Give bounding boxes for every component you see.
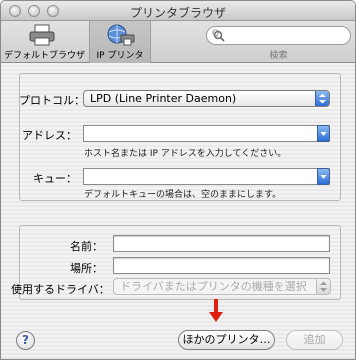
help-button[interactable]: ? [16,331,35,350]
driver-value: ドライバまたはプリンタの機種を選択 [120,280,307,293]
window-title: プリンタブラウザ [129,6,226,20]
name-field[interactable] [113,235,330,252]
protocol-popup[interactable]: LPD (Line Printer Daemon) [83,90,330,107]
dropdown-arrow-icon[interactable] [317,125,330,142]
driver-popup[interactable]: ドライバまたはプリンタの機種を選択 [113,278,331,295]
red-down-arrow-icon [209,299,223,322]
ip-printer-label: IP プリンタ [96,51,144,61]
driver-label: 使用するドライバ： [11,283,110,296]
protocol-value: LPD (Line Printer Daemon) [90,92,237,105]
popup-arrows-icon [315,91,329,106]
protocol-label: プロトコル： [19,94,85,107]
location-label: 場所： [70,262,103,275]
location-field[interactable] [113,257,330,274]
title-bar: プリンタブラウザ [1,1,355,21]
search-label: 検索 [269,51,288,61]
name-label: 名前： [70,240,103,253]
printer-icon [29,24,55,46]
dropdown-arrow-icon[interactable] [317,168,330,185]
queue-label: キュー： [33,172,77,185]
address-label: アドレス： [22,129,77,142]
ip-printer-toolbar-button[interactable]: IP プリンタ [89,21,151,63]
more-printers-button[interactable]: ほかのプリンタ… [178,330,275,350]
address-hint: ホスト名または IP アドレスを入力してください。 [84,149,287,159]
default-browser-toolbar-button[interactable]: デフォルトブラウザ [4,21,86,63]
toolbar: デフォルトブラウザ IP プリンタ Q- 検索 [1,21,355,63]
add-button[interactable]: 追加 [286,330,343,350]
globe-printer-icon [107,24,135,46]
default-browser-label: デフォルトブラウザ [4,51,86,61]
printer-browser-window: プリンタブラウザ デフォルトブラウザ IP プリンタ Q- 検索 プロトコル： … [0,0,356,360]
popup-arrows-icon [316,279,330,294]
search-input[interactable]: Q- [206,26,351,45]
queue-combo-field[interactable] [83,168,330,185]
address-combo-field[interactable] [83,125,330,142]
search-placeholder: Q- [212,29,223,39]
queue-hint: デフォルトキューの場合は、空のままにします。 [84,190,282,200]
